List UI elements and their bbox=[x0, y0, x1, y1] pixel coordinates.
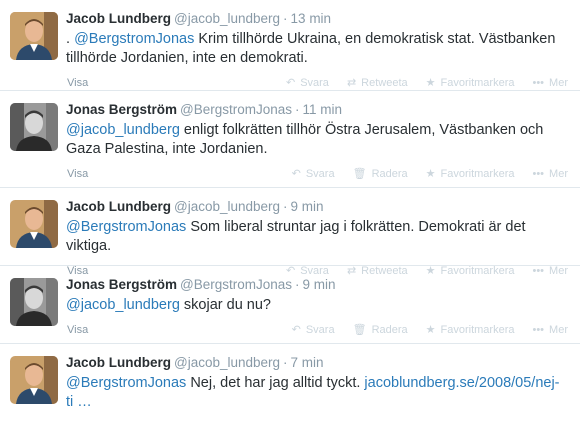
star-icon: ★ bbox=[425, 323, 436, 336]
text-prefix: . bbox=[66, 31, 75, 47]
favorite-button[interactable]: ★ Favoritmarkera bbox=[426, 77, 515, 89]
more-button[interactable]: ••• Mer bbox=[532, 168, 568, 180]
mention-link[interactable]: @BergstromJonas bbox=[66, 219, 186, 235]
separator: · bbox=[295, 277, 300, 292]
timestamp[interactable]: 7 min bbox=[291, 355, 324, 370]
tweet-header: Jacob Lundberg @jacob_lundberg · 7 min bbox=[66, 354, 570, 372]
delete-label: Radera bbox=[371, 168, 408, 180]
author-name[interactable]: Jonas Bergström bbox=[66, 277, 177, 292]
tweet[interactable]: Jacob Lundberg @jacob_lundberg · 13 min . @… bbox=[0, 0, 580, 91]
tweet-header: Jonas Bergström @BergstromJonas · 9 min bbox=[66, 276, 570, 294]
tweet-text: @BergstromJonas Nej, det har jag alltid … bbox=[66, 374, 570, 412]
reply-button[interactable]: ↶ Svara bbox=[286, 77, 329, 89]
tweet-footer: Visa ↶ Svara 🗑 Radera ★ Favoritmarkera ••• M… bbox=[66, 163, 570, 185]
separator: · bbox=[283, 11, 288, 26]
favorite-button[interactable]: ★ Favoritmarkera bbox=[426, 168, 515, 180]
avatar[interactable] bbox=[10, 12, 58, 60]
more-icon: ••• bbox=[532, 76, 545, 89]
star-icon: ★ bbox=[425, 76, 436, 89]
tweet-actions: ↶ Svara 🗑 Radera ★ Favoritmarkera ••• Mer bbox=[292, 168, 570, 180]
tweet-header: Jonas Bergström @BergstromJonas · 11 min bbox=[66, 101, 570, 119]
expand-link[interactable]: Visa bbox=[67, 77, 88, 89]
tweet-text: @BergstromJonas Som liberal struntar jag… bbox=[66, 218, 570, 256]
separator: · bbox=[283, 199, 288, 214]
reply-label: Svara bbox=[305, 168, 335, 180]
reply-label: Svara bbox=[300, 77, 329, 89]
author-username[interactable]: @BergstromJonas bbox=[180, 277, 292, 292]
author-username[interactable]: @jacob_lundberg bbox=[174, 199, 280, 214]
favorite-label: Favoritmarkera bbox=[440, 168, 515, 180]
favorite-button[interactable]: ★ Favoritmarkera bbox=[426, 324, 515, 336]
avatar[interactable] bbox=[10, 356, 58, 404]
author-username[interactable]: @BergstromJonas bbox=[180, 102, 292, 117]
tweet-actions: ↶ Svara ⇄ Retweeta ★ Favoritmarkera ••• Mer bbox=[286, 77, 570, 89]
separator: · bbox=[295, 102, 300, 117]
delete-button[interactable]: 🗑 Radera bbox=[353, 324, 408, 336]
favorite-label: Favoritmarkera bbox=[440, 324, 515, 336]
tweet-header: Jacob Lundberg @jacob_lundberg · 9 min bbox=[66, 198, 570, 216]
tweet-text: . @BergstromJonas Krim tillhörde Ukraina… bbox=[66, 30, 570, 68]
retweet-icon: ⇄ bbox=[346, 76, 357, 89]
reply-button[interactable]: ↶ Svara bbox=[292, 168, 335, 180]
avatar[interactable] bbox=[10, 200, 58, 248]
tweet-header: Jacob Lundberg @jacob_lundberg · 13 min bbox=[66, 10, 570, 28]
retweet-button[interactable]: ⇄ Retweeta bbox=[347, 77, 408, 89]
more-label: Mer bbox=[549, 324, 568, 336]
author-username[interactable]: @jacob_lundberg bbox=[174, 11, 280, 26]
avatar[interactable] bbox=[10, 103, 58, 151]
tweet[interactable]: Jonas Bergström @BergstromJonas · 11 min @j… bbox=[0, 91, 580, 188]
reply-label: Svara bbox=[305, 324, 335, 336]
mention-link[interactable]: @jacob_lundberg bbox=[66, 122, 180, 138]
more-icon: ••• bbox=[532, 323, 545, 336]
author-name[interactable]: Jonas Bergström bbox=[66, 102, 177, 117]
author-name[interactable]: Jacob Lundberg bbox=[66, 199, 171, 214]
mention-link[interactable]: @BergstromJonas bbox=[66, 375, 186, 391]
delete-label: Radera bbox=[371, 324, 408, 336]
author-name[interactable]: Jacob Lundberg bbox=[66, 355, 171, 370]
more-icon: ••• bbox=[532, 167, 545, 180]
delete-icon: 🗑 bbox=[352, 167, 367, 180]
more-label: Mer bbox=[549, 168, 568, 180]
timestamp[interactable]: 13 min bbox=[291, 11, 332, 26]
author-username[interactable]: @jacob_lundberg bbox=[174, 355, 280, 370]
tweet-footer: Visa ↶ Svara 🗑 Radera ★ Favoritmarkera ••• M… bbox=[66, 319, 570, 341]
timestamp[interactable]: 9 min bbox=[291, 199, 324, 214]
reply-button[interactable]: ↶ Svara bbox=[292, 324, 335, 336]
expand-link[interactable]: Visa bbox=[67, 324, 88, 336]
mention-link[interactable]: @BergstromJonas bbox=[74, 31, 194, 47]
retweet-label: Retweeta bbox=[361, 77, 408, 89]
tweet-body: skojar du nu? bbox=[179, 297, 271, 313]
more-label: Mer bbox=[549, 77, 568, 89]
reply-icon: ↶ bbox=[291, 167, 301, 180]
mention-link[interactable]: @jacob_lundberg bbox=[66, 297, 180, 313]
tweet[interactable]: Jacob Lundberg @jacob_lundberg · 9 min @Ber… bbox=[0, 188, 580, 277]
expand-link[interactable]: Visa bbox=[67, 168, 88, 180]
more-button[interactable]: ••• Mer bbox=[532, 324, 568, 336]
author-name[interactable]: Jacob Lundberg bbox=[66, 11, 171, 26]
tweet-text: @jacob_lundberg skojar du nu? bbox=[66, 296, 570, 315]
more-button[interactable]: ••• Mer bbox=[532, 77, 568, 89]
tweet[interactable]: Jonas Bergström @BergstromJonas · 9 min @ja… bbox=[0, 266, 580, 344]
tweet-body: Nej, det har jag alltid tyckt. bbox=[186, 375, 365, 391]
reply-icon: ↶ bbox=[291, 323, 301, 336]
separator: · bbox=[283, 355, 288, 370]
favorite-label: Favoritmarkera bbox=[440, 77, 515, 89]
timestamp[interactable]: 9 min bbox=[303, 277, 336, 292]
avatar[interactable] bbox=[10, 278, 58, 326]
tweet-timeline: Jacob Lundberg @jacob_lundberg · 13 min . @… bbox=[0, 0, 580, 433]
star-icon: ★ bbox=[425, 167, 436, 180]
delete-button[interactable]: 🗑 Radera bbox=[353, 168, 408, 180]
tweet-text: @jacob_lundberg enligt folkrätten tillhö… bbox=[66, 121, 570, 159]
delete-icon: 🗑 bbox=[352, 323, 367, 336]
tweet[interactable]: Jacob Lundberg @jacob_lundberg · 7 min @Ber… bbox=[0, 344, 580, 433]
tweet-actions: ↶ Svara 🗑 Radera ★ Favoritmarkera ••• Mer bbox=[292, 324, 570, 336]
timestamp[interactable]: 11 min bbox=[303, 102, 343, 117]
reply-icon: ↶ bbox=[285, 76, 296, 89]
